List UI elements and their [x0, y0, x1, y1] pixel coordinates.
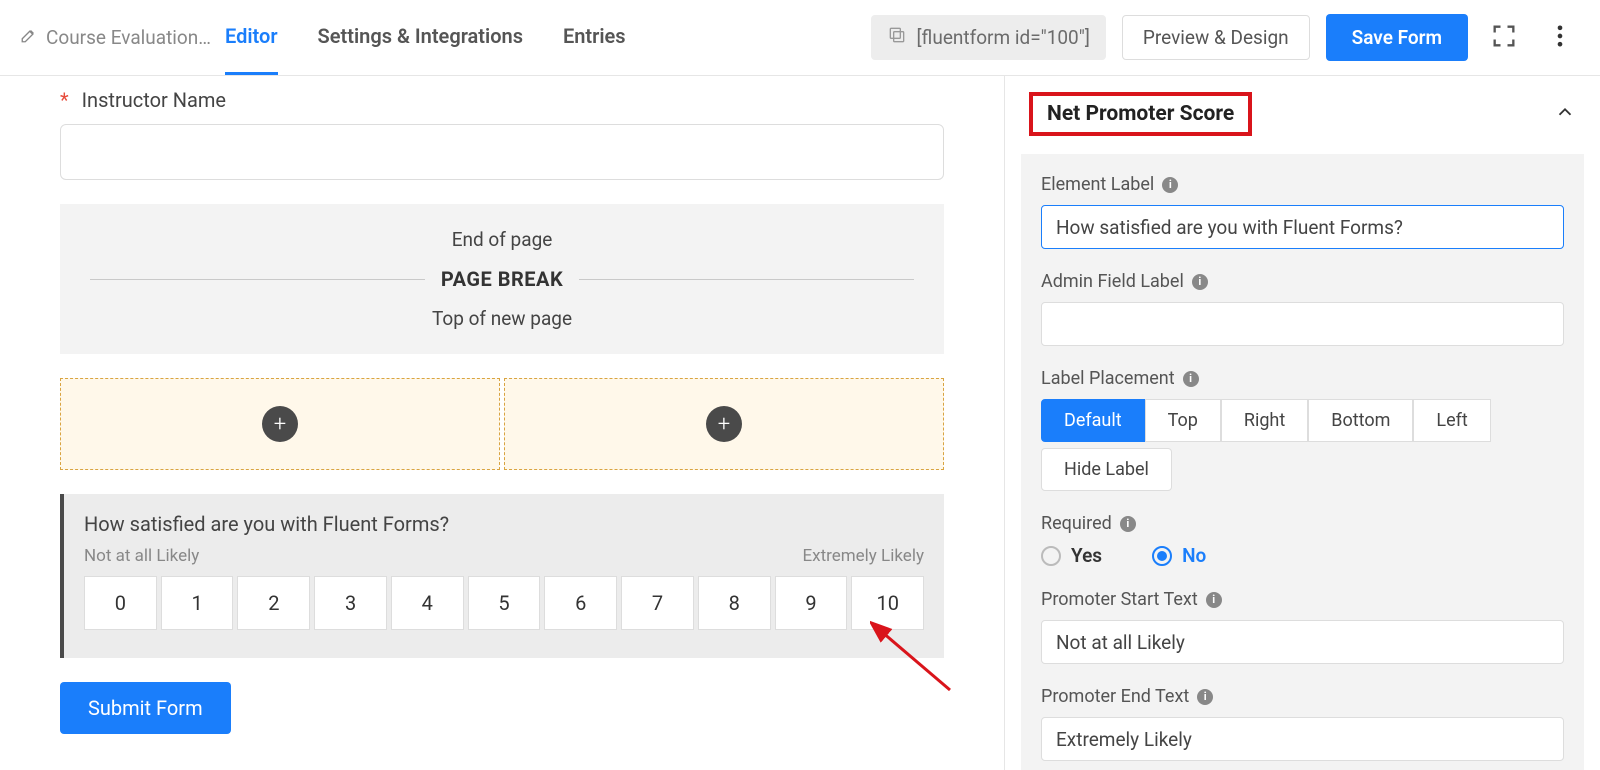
- placement-right[interactable]: Right: [1221, 399, 1308, 442]
- info-icon[interactable]: i: [1197, 689, 1213, 705]
- field-instructor-name[interactable]: * Instructor Name: [60, 88, 944, 180]
- nps-start-label: Not at all Likely: [84, 546, 199, 566]
- placement-left[interactable]: Left: [1413, 399, 1490, 442]
- nps-end-label: Extremely Likely: [802, 546, 924, 566]
- form-name[interactable]: Course Evaluation…: [20, 26, 225, 49]
- nps-cell[interactable]: 4: [391, 576, 464, 630]
- label-placement-label: Label Placement: [1041, 368, 1175, 389]
- info-icon[interactable]: i: [1192, 274, 1208, 290]
- drop-cell-right[interactable]: +: [504, 378, 944, 470]
- info-icon[interactable]: i: [1120, 516, 1136, 532]
- admin-label-input[interactable]: [1041, 302, 1564, 346]
- drop-cell-left[interactable]: +: [60, 378, 500, 470]
- label-placement-group: Default Top Right Bottom Left Hide Label: [1041, 399, 1564, 491]
- fullscreen-button[interactable]: [1484, 16, 1524, 60]
- page-break[interactable]: End of page PAGE BREAK Top of new page: [60, 204, 944, 354]
- required-label: Required: [1041, 513, 1112, 534]
- nps-cell[interactable]: 3: [314, 576, 387, 630]
- nps-scale: 0 1 2 3 4 5 6 7 8 9 10: [84, 576, 924, 630]
- chevron-up-icon: [1554, 101, 1576, 123]
- page-break-mid: PAGE BREAK: [441, 267, 563, 291]
- topbar-right: [fluentform id="100"] Preview & Design S…: [871, 14, 1580, 61]
- shortcode-text: [fluentform id="100"]: [917, 26, 1090, 49]
- copy-icon: [887, 25, 907, 50]
- placement-hide[interactable]: Hide Label: [1041, 448, 1172, 491]
- nps-cell[interactable]: 2: [237, 576, 310, 630]
- info-icon[interactable]: i: [1162, 177, 1178, 193]
- nps-cell[interactable]: 7: [621, 576, 694, 630]
- promoter-start-label: Promoter Start Text: [1041, 589, 1198, 610]
- tabs: Editor Settings & Integrations Entries: [225, 0, 626, 75]
- add-field-button-left[interactable]: +: [262, 406, 298, 442]
- placement-default[interactable]: Default: [1041, 399, 1145, 442]
- submit-button[interactable]: Submit Form: [60, 682, 231, 734]
- fullscreen-icon: [1490, 22, 1518, 50]
- placement-top[interactable]: Top: [1145, 399, 1221, 442]
- promoter-end-input[interactable]: [1041, 717, 1564, 761]
- admin-label-label: Admin Field Label: [1041, 271, 1184, 292]
- collapse-toggle[interactable]: [1554, 101, 1576, 127]
- form-canvas: * Instructor Name End of page PAGE BREAK…: [0, 76, 1005, 770]
- nps-cell[interactable]: 9: [775, 576, 848, 630]
- shortcode-box[interactable]: [fluentform id="100"]: [871, 15, 1106, 60]
- element-label-input[interactable]: [1041, 205, 1564, 249]
- tab-entries[interactable]: Entries: [563, 0, 626, 75]
- nps-cell[interactable]: 1: [161, 576, 234, 630]
- nps-cell[interactable]: 0: [84, 576, 157, 630]
- info-icon[interactable]: i: [1183, 371, 1199, 387]
- nps-block[interactable]: How satisfied are you with Fluent Forms?…: [60, 494, 944, 658]
- nps-cell[interactable]: 8: [698, 576, 771, 630]
- sidebar-title-highlight: Net Promoter Score: [1029, 92, 1252, 136]
- nps-question: How satisfied are you with Fluent Forms?: [84, 512, 924, 536]
- nps-cell[interactable]: 6: [544, 576, 617, 630]
- page-break-line-right: [579, 279, 914, 280]
- info-icon[interactable]: i: [1206, 592, 1222, 608]
- more-vertical-icon: [1546, 22, 1574, 50]
- nps-cell[interactable]: 10: [851, 576, 924, 630]
- page-break-line-left: [90, 279, 425, 280]
- save-button[interactable]: Save Form: [1326, 14, 1468, 61]
- nps-cell[interactable]: 5: [468, 576, 541, 630]
- add-field-button-right[interactable]: +: [706, 406, 742, 442]
- settings-sidebar: Net Promoter Score Element Label i Admin…: [1005, 76, 1600, 770]
- required-yes[interactable]: Yes: [1041, 544, 1102, 567]
- sidebar-title: Net Promoter Score: [1047, 102, 1234, 126]
- drop-row: + +: [60, 378, 944, 470]
- tab-editor[interactable]: Editor: [225, 0, 278, 75]
- promoter-start-input[interactable]: [1041, 620, 1564, 664]
- radio-icon: [1041, 546, 1061, 566]
- pencil-icon: [20, 26, 38, 49]
- preview-button[interactable]: Preview & Design: [1122, 15, 1310, 60]
- form-name-text: Course Evaluation…: [46, 26, 211, 49]
- topbar: Course Evaluation… Editor Settings & Int…: [0, 0, 1600, 76]
- placement-bottom[interactable]: Bottom: [1308, 399, 1413, 442]
- page-break-bot: Top of new page: [90, 297, 914, 330]
- element-label-label: Element Label: [1041, 174, 1154, 195]
- page-break-top: End of page: [90, 228, 914, 261]
- more-button[interactable]: [1540, 16, 1580, 60]
- radio-icon: [1152, 546, 1172, 566]
- promoter-end-label: Promoter End Text: [1041, 686, 1189, 707]
- required-mark: *: [60, 88, 69, 112]
- instructor-label: Instructor Name: [82, 88, 226, 112]
- tab-settings[interactable]: Settings & Integrations: [318, 0, 523, 75]
- instructor-input[interactable]: [60, 124, 944, 180]
- required-no[interactable]: No: [1152, 544, 1206, 567]
